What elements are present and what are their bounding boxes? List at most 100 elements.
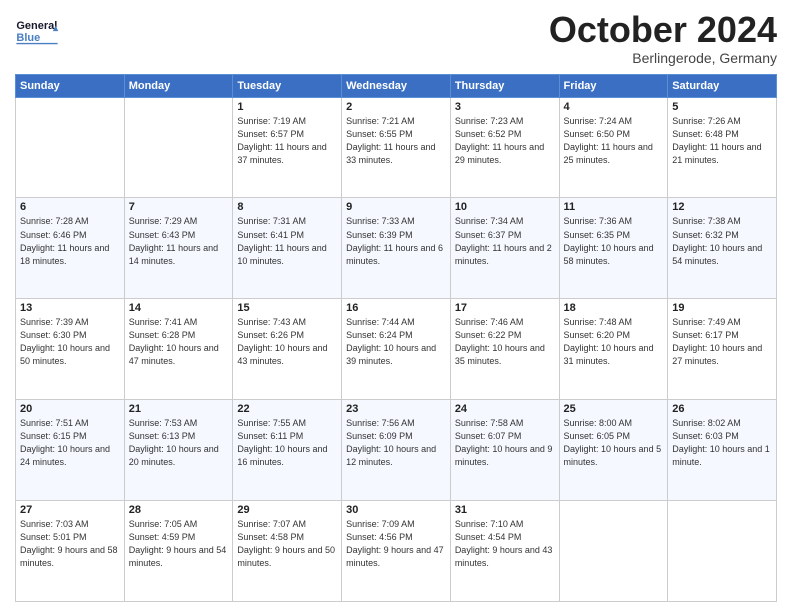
sunrise-text: Sunrise: 8:00 AM xyxy=(564,418,633,428)
day-number: 12 xyxy=(672,201,772,213)
day-number: 22 xyxy=(237,403,337,415)
table-row: 10 Sunrise: 7:34 AM Sunset: 6:37 PM Dayligh… xyxy=(450,198,559,299)
col-friday: Friday xyxy=(559,74,668,97)
day-number: 10 xyxy=(455,201,555,213)
sunset-text: Sunset: 6:39 PM xyxy=(346,230,413,240)
day-info: Sunrise: 7:38 AMSunset: 6:32 PMDaylight:… xyxy=(672,215,772,267)
day-number: 14 xyxy=(129,302,229,314)
logo-svg: General Blue xyxy=(15,10,70,55)
table-row: 18Sunrise: 7:48 AMSunset: 6:20 PMDayligh… xyxy=(559,299,668,400)
daylight-text: Daylight: 11 hours and 29 minutes. xyxy=(455,142,544,165)
sunrise-text: Sunrise: 7:34 AM xyxy=(455,216,524,226)
sunset-text: Sunset: 6:55 PM xyxy=(346,129,413,139)
col-tuesday: Tuesday xyxy=(233,74,342,97)
day-info: Sunrise: 7:07 AM Sunset: 4:58 PM Daylight:… xyxy=(237,518,337,570)
day-info: Sunrise: 7:10 AMSunset: 4:54 PMDaylight:… xyxy=(455,518,555,570)
daylight-text: Daylight: 11 hours and 14 minutes. xyxy=(129,243,218,266)
calendar-table: Sunday Monday Tuesday Wednesday Thursday… xyxy=(15,74,777,602)
day-info: Sunrise: 7:44 AMSunset: 6:24 PMDaylight:… xyxy=(346,316,446,368)
daylight-text: Daylight: 10 hours and 16 minutes. xyxy=(237,444,327,467)
day-number: 31 xyxy=(455,504,555,516)
calendar-week-row: 1Sunrise: 7:19 AMSunset: 6:57 PMDaylight… xyxy=(16,97,777,198)
sunset-text: Sunset: 6:17 PM xyxy=(672,330,739,340)
day-number: 20 xyxy=(20,403,120,415)
calendar-week-row: 6 Sunrise: 7:28 AM Sunset: 6:46 PM Daylight… xyxy=(16,198,777,299)
day-info: Sunrise: 7:36 AMSunset: 6:35 PMDaylight:… xyxy=(564,215,664,267)
table-row: 6 Sunrise: 7:28 AM Sunset: 6:46 PM Daylight… xyxy=(16,198,125,299)
day-number: 28 xyxy=(129,504,229,516)
table-row: 28Sunrise: 7:05 AMSunset: 4:59 PMDayligh… xyxy=(124,501,233,602)
table-row: 15Sunrise: 7:43 AMSunset: 6:26 PMDayligh… xyxy=(233,299,342,400)
table-row xyxy=(559,501,668,602)
col-saturday: Saturday xyxy=(668,74,777,97)
daylight-text: Daylight: 10 hours and 20 minutes. xyxy=(129,444,219,467)
day-number: 6 xyxy=(20,201,120,213)
table-row: 26Sunrise: 8:02 AMSunset: 6:03 PMDayligh… xyxy=(668,400,777,501)
day-info: Sunrise: 7:41 AMSunset: 6:28 PMDaylight:… xyxy=(129,316,229,368)
day-number: 8 xyxy=(237,201,337,213)
table-row: 21Sunrise: 7:53 AMSunset: 6:13 PMDayligh… xyxy=(124,400,233,501)
sunset-text: Sunset: 6:11 PM xyxy=(237,431,303,441)
day-info: Sunrise: 7:09 AMSunset: 4:56 PMDaylight:… xyxy=(346,518,446,570)
day-info: Sunrise: 7:55 AMSunset: 6:11 PMDaylight:… xyxy=(237,417,337,469)
sunrise-text: Sunrise: 7:29 AM xyxy=(129,216,198,226)
daylight-text: Daylight: 10 hours and 31 minutes. xyxy=(564,343,654,366)
daylight-text: Daylight: 11 hours and 18 minutes. xyxy=(20,243,109,266)
sunset-text: Sunset: 6:57 PM xyxy=(237,129,304,139)
daylight-text: Daylight: 10 hours and 24 minutes. xyxy=(20,444,110,467)
sunrise-text: Sunrise: 7:09 AM xyxy=(346,519,415,529)
table-row: 29Sunrise: 7:07 AMSunset: 4:58 PMDayligh… xyxy=(233,501,342,602)
sunset-text: Sunset: 6:37 PM xyxy=(455,230,522,240)
table-row: 11Sunrise: 7:36 AMSunset: 6:35 PMDayligh… xyxy=(559,198,668,299)
day-number: 27 xyxy=(20,504,120,516)
day-info: Sunrise: 7:53 AM Sunset: 6:13 PM Daylight:… xyxy=(129,417,229,469)
day-info: Sunrise: 7:51 AMSunset: 6:15 PMDaylight:… xyxy=(20,417,120,469)
sunset-text: Sunset: 6:09 PM xyxy=(346,431,413,441)
day-number: 3 xyxy=(455,101,555,113)
sunrise-text: Sunrise: 7:49 AM xyxy=(672,317,741,327)
sunset-text: Sunset: 6:32 PM xyxy=(672,230,739,240)
daylight-text: Daylight: 10 hours and 27 minutes. xyxy=(672,343,762,366)
day-info: Sunrise: 7:23 AMSunset: 6:52 PMDaylight:… xyxy=(455,115,555,167)
day-number: 9 xyxy=(346,201,446,213)
table-row: 13Sunrise: 7:39 AMSunset: 6:30 PMDayligh… xyxy=(16,299,125,400)
day-number: 23 xyxy=(346,403,446,415)
day-info: Sunrise: 7:29 AMSunset: 6:43 PMDaylight:… xyxy=(129,215,229,267)
table-row: 17Sunrise: 7:46 AMSunset: 6:22 PMDayligh… xyxy=(450,299,559,400)
daylight-text: Daylight: 11 hours and 6 minutes. xyxy=(346,243,443,266)
day-number: 30 xyxy=(346,504,446,516)
day-number: 5 xyxy=(672,101,772,113)
daylight-text: Daylight: 10 hours and 39 minutes. xyxy=(346,343,436,366)
sunrise-text: Sunrise: 7:53 AM xyxy=(129,418,198,428)
day-number: 2 xyxy=(346,101,446,113)
day-number: 17 xyxy=(455,302,555,314)
daylight-text: Daylight: 10 hours and 1 minute. xyxy=(672,444,770,467)
sunset-text: Sunset: 6:13 PM xyxy=(129,431,196,441)
sunrise-text: Sunrise: 7:44 AM xyxy=(346,317,415,327)
daylight-text: Daylight: 9 hours and 50 minutes. xyxy=(237,545,335,568)
daylight-text: Daylight: 11 hours and 21 minutes. xyxy=(672,142,761,165)
daylight-text: Daylight: 10 hours and 12 minutes. xyxy=(346,444,436,467)
table-row: 1Sunrise: 7:19 AMSunset: 6:57 PMDaylight… xyxy=(233,97,342,198)
sunset-text: Sunset: 5:01 PM xyxy=(20,532,87,542)
daylight-text: Daylight: 11 hours and 2 minutes. xyxy=(455,243,552,266)
day-info: Sunrise: 7:39 AMSunset: 6:30 PMDaylight:… xyxy=(20,316,120,368)
sunrise-text: Sunrise: 7:07 AM xyxy=(237,519,306,529)
day-info: Sunrise: 7:58 AMSunset: 6:07 PMDaylight:… xyxy=(455,417,555,469)
day-info: Sunrise: 7:33 AMSunset: 6:39 PMDaylight:… xyxy=(346,215,446,267)
sunset-text: Sunset: 6:28 PM xyxy=(129,330,196,340)
table-row: 24Sunrise: 7:58 AMSunset: 6:07 PMDayligh… xyxy=(450,400,559,501)
sunrise-text: Sunrise: 7:43 AM xyxy=(237,317,306,327)
daylight-text: Daylight: 9 hours and 47 minutes. xyxy=(346,545,444,568)
sunrise-text: Sunrise: 7:28 AM xyxy=(20,216,89,226)
day-info: Sunrise: 7:34 AM Sunset: 6:37 PM Daylight:… xyxy=(455,215,555,267)
day-info: Sunrise: 7:31 AMSunset: 6:41 PMDaylight:… xyxy=(237,215,337,267)
sunset-text: Sunset: 4:58 PM xyxy=(237,532,304,542)
sunset-text: Sunset: 6:20 PM xyxy=(564,330,631,340)
sunset-text: Sunset: 6:30 PM xyxy=(20,330,87,340)
sunset-text: Sunset: 6:46 PM xyxy=(20,230,87,240)
sunrise-text: Sunrise: 7:03 AM xyxy=(20,519,89,529)
daylight-text: Daylight: 10 hours and 54 minutes. xyxy=(672,243,762,266)
sunset-text: Sunset: 4:59 PM xyxy=(129,532,196,542)
sunrise-text: Sunrise: 7:58 AM xyxy=(455,418,524,428)
